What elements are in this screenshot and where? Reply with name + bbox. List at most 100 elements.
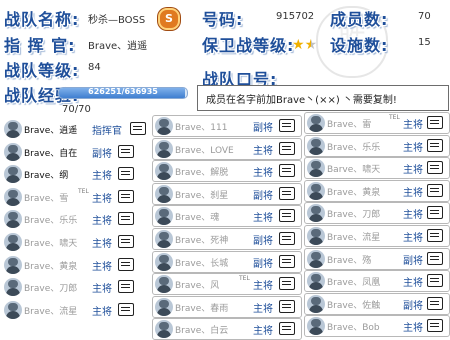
member-role: 主将	[403, 142, 423, 154]
member-row[interactable]: Brave、啸天 主将	[2, 232, 147, 252]
commander-label: 指 挥 官:	[4, 36, 76, 55]
player-avatar-icon	[155, 230, 173, 248]
message-icon[interactable]	[118, 212, 134, 226]
member-row[interactable]: Brave、黄泉 主将	[2, 255, 147, 275]
player-avatar-icon	[4, 142, 22, 161]
member-row[interactable]: Brave、魂 主将	[152, 205, 302, 228]
member-row[interactable]: Brave、LOVE 主将	[152, 137, 302, 160]
slogan-box: 成员在名字前加Brave丶(××) 丶需要复制!	[197, 85, 449, 111]
message-icon[interactable]	[427, 206, 443, 220]
message-icon[interactable]	[427, 161, 443, 175]
member-row[interactable]: Brave、流星 主将	[304, 225, 450, 247]
member-row[interactable]: Brave、长城 副将	[152, 250, 302, 273]
member-row[interactable]: Brave、佐触 副将	[304, 292, 450, 315]
member-row[interactable]: Brave、凤凰 主将	[304, 270, 450, 293]
member-role: 主将	[403, 165, 423, 177]
player-avatar-icon	[307, 159, 325, 178]
member-name: Brave、黄泉	[327, 187, 381, 198]
member-role: 主将	[92, 239, 112, 250]
member-row[interactable]: Brave、白云 主将	[152, 318, 302, 340]
message-icon[interactable]	[427, 251, 443, 265]
message-icon[interactable]	[427, 229, 443, 242]
experience-bar: 626251/636935	[58, 87, 188, 99]
message-icon[interactable]	[279, 164, 295, 178]
member-row[interactable]: Brave、殇 副将	[304, 247, 450, 270]
message-icon[interactable]	[427, 183, 443, 197]
member-name: Brave、自在	[24, 148, 78, 159]
message-icon[interactable]	[427, 116, 443, 129]
player-avatar-icon	[155, 162, 173, 181]
member-name: Brave、殇	[327, 255, 372, 266]
member-row[interactable]: Barve、啸天 主将	[304, 157, 450, 180]
member-row[interactable]: Brave、纲 主将	[2, 164, 147, 184]
member-name: Brave、纲	[24, 171, 69, 182]
message-icon[interactable]	[427, 319, 443, 333]
tel-tag: TEL	[389, 114, 400, 121]
player-avatar-icon	[307, 272, 325, 291]
message-icon[interactable]	[118, 235, 134, 248]
player-avatar-icon	[307, 204, 325, 223]
member-row[interactable]: Brave、流星 主将	[2, 300, 147, 320]
s-rank-badge-icon: S	[158, 8, 180, 30]
player-avatar-icon	[4, 233, 22, 251]
player-avatar-icon	[4, 165, 22, 184]
team-name-value: 秒杀—BOSS	[88, 15, 146, 26]
message-icon[interactable]	[279, 119, 295, 132]
member-role: 主将	[403, 120, 423, 131]
player-avatar-icon	[307, 136, 325, 155]
member-row[interactable]: Brave、死神 副将	[152, 228, 302, 250]
message-icon[interactable]	[427, 138, 443, 152]
member-name: Brave、乐乐	[327, 142, 381, 153]
message-icon[interactable]	[118, 144, 134, 158]
member-row[interactable]: Brave、雪 TEL 主将	[2, 187, 147, 207]
team-id-value: 915702	[276, 11, 315, 22]
member-name: Brave、LOVE	[175, 145, 234, 156]
message-icon[interactable]	[279, 209, 295, 223]
member-name: Brave、春雨	[175, 303, 229, 314]
message-icon[interactable]	[279, 277, 295, 291]
message-icon[interactable]	[118, 302, 134, 316]
message-icon[interactable]	[427, 274, 443, 288]
member-row[interactable]: Brave、刀郎 主将	[2, 277, 147, 297]
member-name: Brave、解脱	[175, 168, 229, 179]
message-icon[interactable]	[279, 322, 295, 336]
member-role: 指挥官	[92, 126, 122, 137]
member-role: 主将	[403, 187, 423, 199]
player-avatar-icon	[307, 317, 325, 336]
message-icon[interactable]	[279, 141, 295, 155]
slogan-text: 成员在名字前加Brave丶(××) 丶需要复制!	[206, 95, 397, 106]
member-row[interactable]: Brave、111 副将	[152, 115, 302, 137]
member-row[interactable]: Brave、解脱 主将	[152, 160, 302, 183]
message-icon[interactable]	[427, 296, 443, 310]
member-name: Brave、乐乐	[24, 216, 78, 227]
member-role: 主将	[92, 171, 112, 183]
member-name: Brave、Bob	[327, 323, 380, 334]
member-name: Brave、白云	[175, 326, 229, 337]
member-role: 主将	[253, 281, 273, 293]
message-icon[interactable]	[118, 280, 134, 294]
message-icon[interactable]	[279, 299, 295, 313]
member-row[interactable]: Brave、刀郎 主将	[304, 202, 450, 225]
member-name: Barve、啸天	[327, 165, 381, 176]
member-row[interactable]: Brave、逍遥 指挥官	[2, 119, 147, 139]
message-icon[interactable]	[130, 122, 146, 135]
message-icon[interactable]	[118, 167, 134, 181]
member-row[interactable]: Brave、乐乐 主将	[2, 209, 147, 229]
message-icon[interactable]	[279, 232, 295, 245]
member-row[interactable]: Brave、风 TEL 主将	[152, 273, 302, 296]
member-row[interactable]: Brave、雷 TEL 主将	[304, 112, 450, 134]
team-id-label: 号码:	[202, 10, 244, 29]
member-row[interactable]: Brave、Bob 主将	[304, 315, 450, 338]
member-row[interactable]: Brave、自在 副将	[2, 142, 147, 162]
member-row[interactable]: Brave、刹星 副将	[152, 182, 302, 205]
member-name: Brave、刀郎	[24, 284, 78, 295]
message-icon[interactable]	[118, 189, 134, 203]
member-ratio: 70/70	[62, 104, 91, 115]
message-icon[interactable]	[279, 186, 295, 200]
message-icon[interactable]	[279, 254, 295, 268]
member-row[interactable]: Brave、黄泉 主将	[304, 179, 450, 202]
tel-tag: TEL	[239, 275, 250, 283]
member-row[interactable]: Brave、春雨 主将	[152, 295, 302, 318]
message-icon[interactable]	[118, 257, 134, 271]
member-row[interactable]: Brave、乐乐 主将	[304, 134, 450, 157]
